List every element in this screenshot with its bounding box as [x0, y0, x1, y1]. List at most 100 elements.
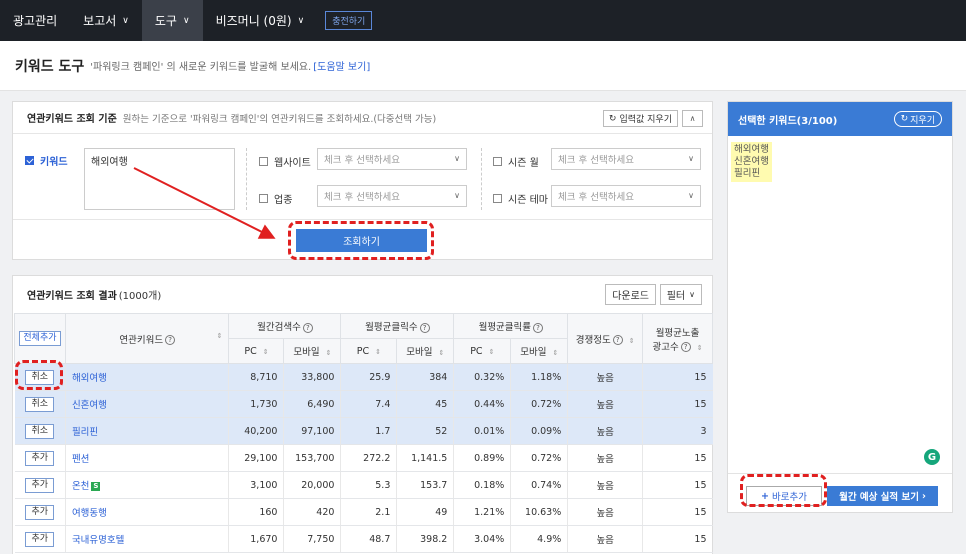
- add-button[interactable]: 추가: [25, 504, 54, 520]
- sort-icon[interactable]: ⇕: [552, 349, 558, 357]
- nav-label: 비즈머니 (0원): [215, 14, 292, 28]
- checkbox-checked-icon: [25, 156, 34, 165]
- forecast-button[interactable]: 월간 예상 실적 보기 ›: [827, 486, 938, 506]
- clicks-pc-cell: 25.9: [340, 363, 397, 391]
- clicks-mobile-cell: 398.2: [396, 525, 454, 553]
- help-link[interactable]: [도움말 보기]: [313, 58, 370, 73]
- add-button[interactable]: 추가: [25, 477, 54, 493]
- cancel-button[interactable]: 취소: [25, 396, 54, 412]
- sort-icon[interactable]: ⇕: [326, 349, 332, 357]
- add-button[interactable]: 추가: [25, 450, 54, 466]
- season-month-select[interactable]: 체크 후 선택하세요 ∨: [551, 148, 701, 170]
- reset-input-button[interactable]: ↻ 입력값 지우기: [602, 110, 678, 127]
- ctr-mobile-cell: 0.72%: [510, 444, 568, 472]
- ctr-mobile-cell: 0.72%: [510, 390, 568, 418]
- ctr-pc-cell: 3.04%: [453, 525, 511, 553]
- selected-keyword: 신혼여행: [734, 156, 769, 167]
- season-theme-checkbox[interactable]: 시즌 테마: [493, 191, 548, 206]
- industry-checkbox[interactable]: 업종: [259, 191, 292, 206]
- chevron-down-icon: ∨: [182, 15, 190, 26]
- competition-cell: 높음: [567, 498, 643, 526]
- sub-header-pc[interactable]: PC ⇕: [340, 338, 398, 364]
- nav-tools[interactable]: 도구 ∨: [141, 0, 203, 41]
- help-icon[interactable]: ?: [419, 322, 430, 333]
- monthly-clicks-header: 월평균클릭수?: [340, 313, 455, 339]
- season-theme-select[interactable]: 체크 후 선택하세요 ∨: [551, 185, 701, 207]
- sort-icon[interactable]: ⇕: [629, 337, 635, 345]
- checkbox-icon: [493, 194, 502, 203]
- keyword-link[interactable]: 국내유명호텔: [72, 535, 124, 546]
- monthly-search-header: 월간검색수?: [228, 313, 342, 339]
- help-icon[interactable]: ?: [680, 342, 691, 352]
- chevron-down-icon: ∨: [454, 191, 460, 200]
- website-checkbox[interactable]: 웹사이트: [259, 154, 311, 169]
- competition-header[interactable]: 경쟁정도? ⇕: [567, 313, 644, 364]
- nav-bizmoney[interactable]: 비즈머니 (0원) ∨: [203, 0, 318, 41]
- clear-button[interactable]: ↻ 지우기: [893, 111, 942, 127]
- collapse-button[interactable]: ∧: [682, 110, 703, 127]
- ad-count-cell: 15: [642, 498, 713, 526]
- industry-select[interactable]: 체크 후 선택하세요 ∨: [317, 185, 467, 207]
- forecast-label: 월간 예상 실적 보기: [839, 492, 919, 503]
- sort-icon[interactable]: ⇕: [697, 344, 703, 352]
- keyword-link[interactable]: 필리핀: [72, 427, 98, 438]
- download-button[interactable]: 다운로드: [605, 284, 656, 305]
- sort-icon[interactable]: ⇕: [263, 348, 269, 356]
- sub-header-pc[interactable]: PC ⇕: [453, 338, 512, 364]
- column-label: 월평균클릭률: [478, 322, 532, 333]
- keyword-textarea[interactable]: 해외여행: [84, 148, 235, 210]
- keyword-link[interactable]: 여행동행: [72, 508, 107, 519]
- reset-input-label: 입력값 지우기: [619, 115, 672, 125]
- ad-count-cell: 15: [642, 390, 713, 418]
- charge-button[interactable]: 충전하기: [325, 11, 373, 30]
- filter-button[interactable]: 필터 ∨: [659, 284, 702, 305]
- column-label: PC: [244, 345, 257, 357]
- season-month-checkbox[interactable]: 시즌 월: [493, 154, 539, 169]
- keyword-link[interactable]: 해외여행: [72, 373, 107, 384]
- help-icon[interactable]: ?: [165, 335, 176, 345]
- ad-count-header[interactable]: 월평균노출 광고수? ⇕: [642, 313, 713, 364]
- chevron-down-icon: ∨: [122, 15, 129, 26]
- sub-header-mobile[interactable]: 모바일 ⇕: [283, 338, 342, 364]
- column-label: 월간검색수: [257, 322, 301, 333]
- clear-label: 지우기: [910, 115, 935, 126]
- competition-cell: 높음: [567, 390, 643, 418]
- sort-icon[interactable]: ⇕: [217, 332, 223, 340]
- row-action-cell: 취소: [14, 390, 66, 418]
- help-icon[interactable]: ?: [533, 322, 544, 333]
- clicks-mobile-cell: 153.7: [396, 471, 454, 499]
- add-all-button[interactable]: 전체추가: [19, 331, 61, 346]
- add-button[interactable]: 추가: [25, 531, 54, 547]
- keyword-link[interactable]: 온천: [72, 481, 89, 492]
- keyword-link[interactable]: 펜션: [72, 454, 89, 465]
- sort-icon[interactable]: ⇕: [439, 349, 445, 357]
- checkbox-icon: [259, 194, 268, 203]
- keyword-link[interactable]: 신혼여행: [72, 400, 107, 411]
- grammarly-icon[interactable]: G: [924, 449, 940, 465]
- query-panel-header: 연관키워드 조회 기준 원하는 기준으로 '파워링크 캠페인'의 연관키워드를 …: [13, 102, 712, 134]
- clicks-mobile-cell: 1,141.5: [396, 444, 454, 472]
- cancel-button[interactable]: 취소: [25, 369, 54, 385]
- nav-reports[interactable]: 보고서 ∨: [70, 0, 142, 41]
- season-month-label: 시즌 월: [508, 158, 539, 169]
- sub-header-pc[interactable]: PC ⇕: [228, 338, 285, 364]
- help-icon[interactable]: ?: [612, 335, 623, 345]
- quick-add-button[interactable]: + 바로추가: [746, 486, 822, 506]
- sort-icon[interactable]: ⇕: [375, 348, 381, 356]
- sub-header-mobile[interactable]: 모바일 ⇕: [396, 338, 455, 364]
- select-placeholder: 체크 후 선택하세요: [324, 192, 400, 203]
- search-button[interactable]: 조회하기: [296, 229, 427, 252]
- divider: [246, 148, 247, 210]
- nav-ad-management[interactable]: 광고관리: [0, 0, 70, 41]
- ctr-pc-cell: 0.32%: [453, 363, 511, 391]
- keyword-column-header[interactable]: 연관키워드? ⇕: [64, 313, 230, 364]
- website-select[interactable]: 체크 후 선택하세요 ∨: [317, 148, 467, 170]
- sort-icon[interactable]: ⇕: [489, 348, 495, 356]
- selected-keywords-header: 선택한 키워드(3/100) ↻ 지우기: [728, 102, 952, 136]
- ctr-mobile-cell: 4.9%: [510, 525, 568, 553]
- sub-header-mobile[interactable]: 모바일 ⇕: [510, 338, 569, 364]
- cancel-button[interactable]: 취소: [25, 423, 54, 439]
- help-icon[interactable]: ?: [302, 322, 313, 333]
- keyword-checkbox[interactable]: 키워드: [25, 153, 68, 168]
- selected-keyword-list[interactable]: 해외여행 신혼여행 필리핀: [731, 142, 772, 182]
